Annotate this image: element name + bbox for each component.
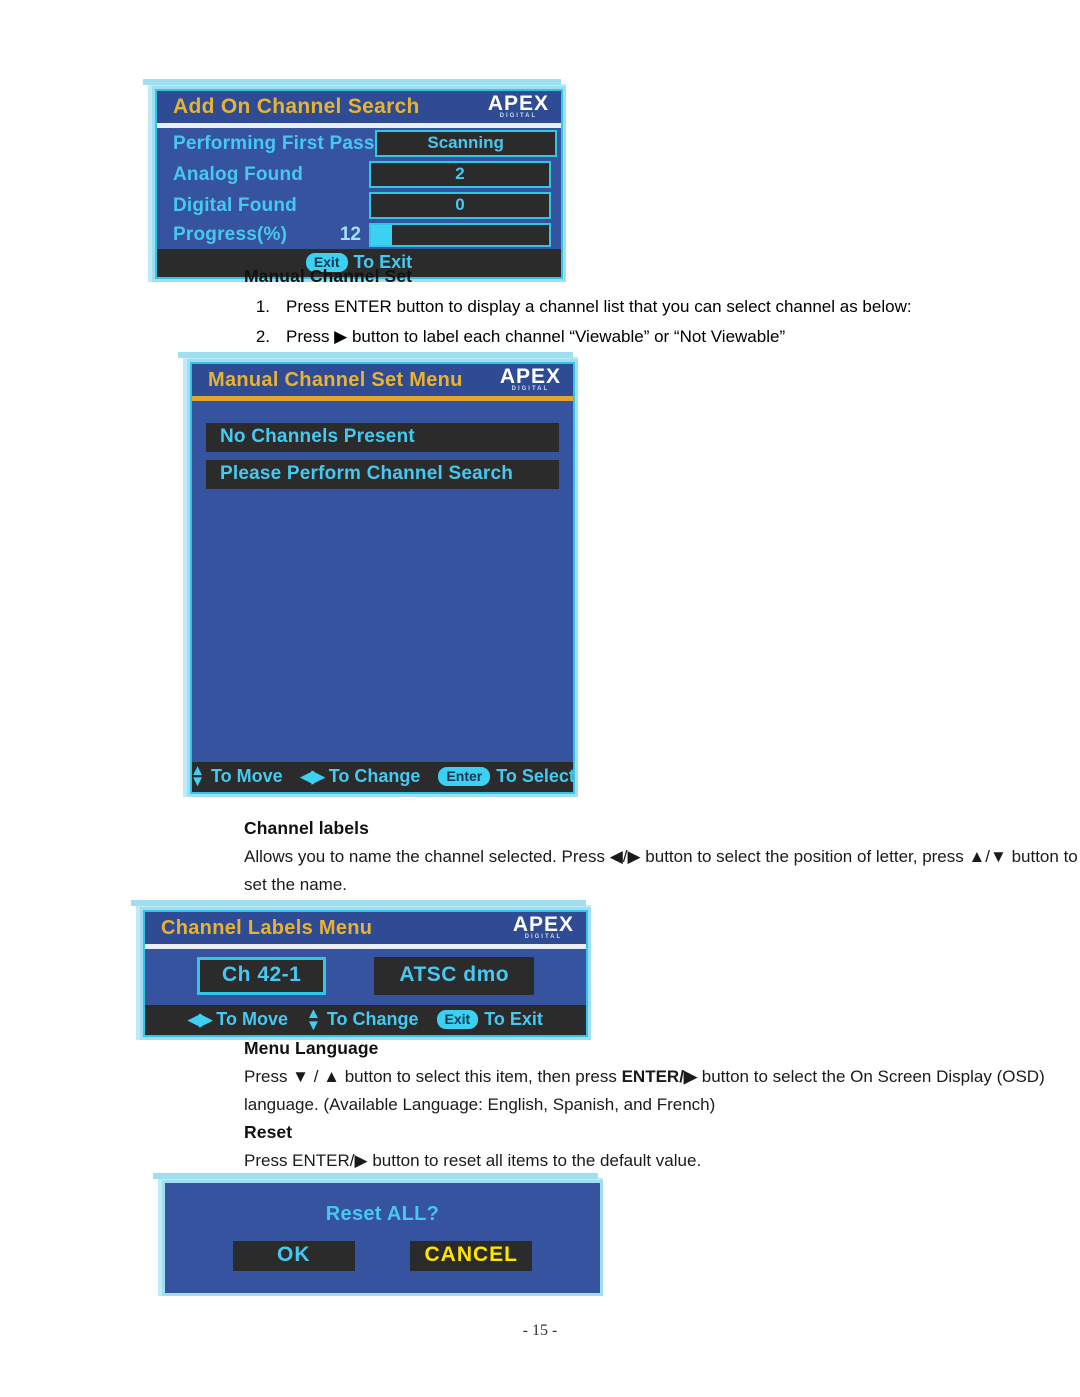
section-body-part1: Press ▼ / ▲ button to select this item, … <box>244 1067 622 1086</box>
osd-body: No Channels Present Please Perform Chann… <box>192 401 573 762</box>
osd-footer-hints: ▲ ▼ To Move ◀▶ To Change Enter To Select <box>190 761 575 792</box>
reset-confirm-dialog: Reset ALL? OK CANCEL <box>165 1183 600 1293</box>
section-reset: Reset Press ENTER/▶ button to reset all … <box>244 1122 1080 1175</box>
list-item-number: 2. <box>255 327 270 346</box>
hint-label: To Select <box>496 765 575 786</box>
osd-outer-frame: Reset ALL? OK CANCEL <box>153 1173 603 1296</box>
hint-label: To Exit <box>484 1009 543 1030</box>
section-channel-labels: Channel labels Allows you to name the ch… <box>244 818 1080 899</box>
hint-label: To Move <box>216 1009 288 1030</box>
up-down-arrow-icon: ▲ ▼ <box>305 1005 321 1034</box>
manual-page: Add On Channel Search APEX DIGITAL Perfo… <box>0 0 1080 1397</box>
apex-logo: APEX DIGITAL <box>513 914 574 942</box>
screenshot-reset-dialog: Reset ALL? OK CANCEL <box>153 1173 603 1296</box>
hint-move: ◀▶ To Move <box>188 1009 288 1030</box>
osd-title-bar: Manual Channel Set Menu APEX DIGITAL <box>192 364 573 396</box>
osd-body: Performing First Pass Scanning Analog Fo… <box>157 128 561 249</box>
apex-logo-word: APEX <box>499 365 561 388</box>
row-label: Digital Found <box>173 194 297 216</box>
apex-logo: APEX DIGITAL <box>500 366 561 394</box>
list-item: 1. Press ENTER button to display a chann… <box>244 293 1080 321</box>
list-item-please-perform-channel-search[interactable]: Please Perform Channel Search <box>206 460 559 489</box>
hint-select: Enter To Select <box>438 766 575 787</box>
osd-title: Manual Channel Set Menu <box>208 368 463 391</box>
section-heading: Reset <box>244 1122 293 1142</box>
list-item-no-channels-present[interactable]: No Channels Present <box>206 423 559 452</box>
dialog-buttons: OK CANCEL <box>167 1226 598 1291</box>
ok-button[interactable]: OK <box>232 1241 355 1271</box>
section-heading: Manual Channel Set <box>244 266 413 286</box>
osd-title: Channel Labels Menu <box>161 916 373 939</box>
left-right-arrow-icon: ◀▶ <box>188 1010 212 1030</box>
status-row-digital-found: Digital Found 0 <box>157 190 561 221</box>
progress-value: 12 <box>339 224 361 245</box>
progress-bar <box>369 223 551 247</box>
list-item-text: Press ENTER button to display a channel … <box>286 297 912 316</box>
apex-logo: APEX DIGITAL <box>488 93 549 121</box>
row-value: 2 <box>369 161 551 188</box>
status-row-performing-first-pass: Performing First Pass Scanning <box>157 128 561 159</box>
section-heading: Menu Language <box>244 1038 379 1058</box>
left-right-arrow-icon: ◀▶ <box>300 766 325 786</box>
osd-screen: Add On Channel Search APEX DIGITAL Perfo… <box>155 89 563 279</box>
progress-label: Progress(%) <box>173 224 288 245</box>
osd-outer-frame: Channel Labels Menu APEX DIGITAL Ch 42-1… <box>131 899 591 1041</box>
status-row-progress: Progress(%) 12 <box>157 221 561 249</box>
apex-logo-word: APEX <box>487 92 549 115</box>
apex-logo-word: APEX <box>512 913 574 936</box>
row-label: Analog Found <box>173 163 304 185</box>
up-down-arrow-icon: ▲ ▼ <box>190 761 205 791</box>
osd-outer-frame: Manual Channel Set Menu APEX DIGITAL No … <box>178 352 578 797</box>
page-number: - 15 - <box>522 1322 558 1339</box>
dialog-title: Reset ALL? <box>325 1203 440 1225</box>
section-body: Press ENTER/▶ button to reset all items … <box>244 1151 702 1170</box>
list-item-text: Press ▶ button to label each channel “Vi… <box>286 327 786 346</box>
screenshot-channel-labels-menu: Channel Labels Menu APEX DIGITAL Ch 42-1… <box>131 899 591 1041</box>
channel-name-field[interactable]: ATSC dmo <box>374 957 535 995</box>
section-manual-channel-set: Manual Channel Set 1. Press ENTER button… <box>244 266 1080 353</box>
hint-exit: Exit To Exit <box>436 1009 543 1030</box>
hint-move: ▲ ▼ To Move <box>190 761 283 791</box>
enter-key-icon: Enter <box>438 766 491 786</box>
progress-bar-fill <box>371 225 393 245</box>
osd-screen: Manual Channel Set Menu APEX DIGITAL No … <box>190 362 575 794</box>
manual-channel-set-steps: 1. Press ENTER button to display a chann… <box>244 293 1080 351</box>
section-menu-language: Menu Language Press ▼ / ▲ button to sele… <box>244 1038 1080 1119</box>
channel-number-field[interactable]: Ch 42-1 <box>197 957 327 995</box>
osd-footer-hints: ◀▶ To Move ▲ ▼ To Change Exit To Exit <box>145 1005 586 1036</box>
hint-label: To Move <box>210 765 283 786</box>
osd-title-bar: Add On Channel Search APEX DIGITAL <box>157 91 561 123</box>
status-row-analog-found: Analog Found 2 <box>157 159 561 190</box>
osd-screen: Channel Labels Menu APEX DIGITAL Ch 42-1… <box>143 910 588 1038</box>
hint-change: ▲ ▼ To Change <box>305 1005 419 1034</box>
row-label: Performing First Pass <box>173 132 375 154</box>
hint-change: ◀▶ To Change <box>301 766 421 787</box>
channel-labels-row: Ch 42-1 ATSC dmo <box>145 949 586 1005</box>
section-body: Press ▼ / ▲ button to select this item, … <box>244 1063 1080 1119</box>
cancel-button[interactable]: CANCEL <box>410 1241 533 1271</box>
hint-label: To Change <box>326 1009 419 1030</box>
section-body: Allows you to name the channel selected.… <box>244 847 1078 894</box>
exit-key-icon: Exit <box>436 1010 479 1030</box>
row-value: 0 <box>369 192 551 219</box>
screenshot-add-on-channel-search: Add On Channel Search APEX DIGITAL Perfo… <box>143 79 566 282</box>
screenshot-manual-channel-set-menu: Manual Channel Set Menu APEX DIGITAL No … <box>178 352 578 797</box>
osd-outer-frame: Add On Channel Search APEX DIGITAL Perfo… <box>143 79 566 282</box>
section-heading: Channel labels <box>244 818 369 838</box>
list-item: 2. Press ▶ button to label each channel … <box>244 323 1080 351</box>
list-item-number: 1. <box>255 297 270 316</box>
osd-title-bar: Channel Labels Menu APEX DIGITAL <box>145 912 586 944</box>
hint-label: To Change <box>328 765 421 786</box>
section-body-bold: ENTER/▶ <box>621 1067 698 1086</box>
row-value: Scanning <box>374 130 557 157</box>
osd-title: Add On Channel Search <box>173 95 420 118</box>
